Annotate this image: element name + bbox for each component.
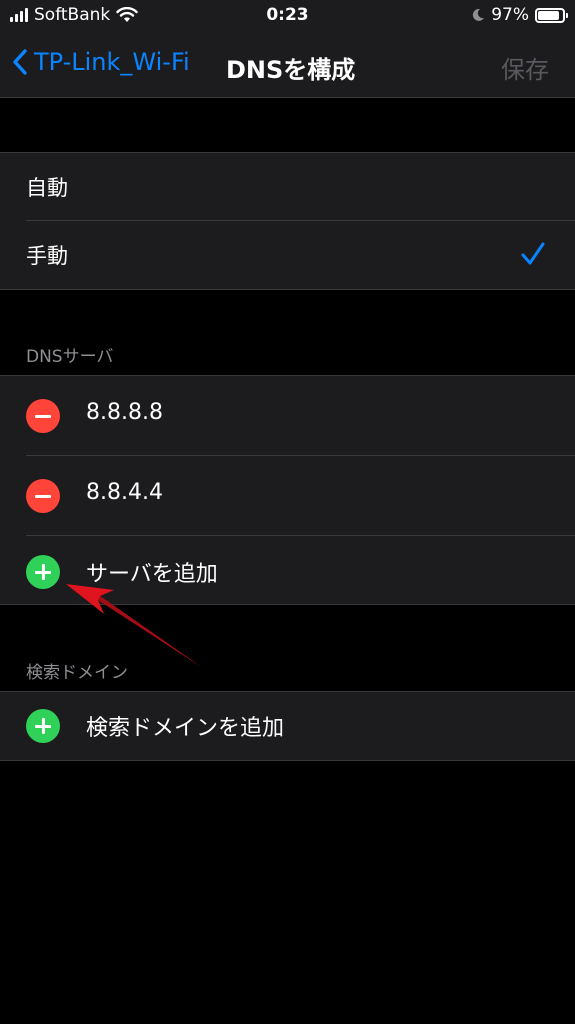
back-button-label: TP-Link_Wi-Fi (34, 48, 190, 76)
chevron-left-icon (13, 49, 27, 75)
search-domains-header: 検索ドメイン (26, 663, 128, 683)
delete-server-button[interactable] (26, 479, 60, 513)
moon-icon (473, 8, 485, 21)
add-search-domain-label: 検索ドメインを追加 (86, 716, 285, 741)
mode-option-label: 手動 (26, 244, 68, 268)
status-right: 97% (471, 5, 568, 25)
mode-option-auto[interactable]: 自動 (0, 153, 575, 221)
top-bar: SoftBank 0:23 97% TP-Link_Wi-Fi DNSを構成 保… (0, 0, 575, 98)
add-server-button[interactable] (26, 555, 60, 589)
status-bar: SoftBank 0:23 97% (0, 0, 575, 32)
mode-option-manual[interactable]: 手動 (0, 221, 575, 289)
annotation-arrow-icon (66, 584, 200, 666)
search-domains-group: 検索ドメインを追加 (0, 691, 575, 761)
save-button[interactable]: 保存 (501, 50, 549, 85)
battery-percent: 97% (491, 5, 529, 25)
dns-server-row: 8.8.8.8 (0, 376, 575, 456)
navigation-bar: TP-Link_Wi-Fi DNSを構成 保存 (0, 40, 575, 90)
dns-server-row: 8.8.4.4 (0, 456, 575, 536)
dns-servers-group: 8.8.8.8 8.8.4.4 サーバを追加 (0, 375, 575, 605)
battery-icon (535, 7, 568, 23)
page-title: DNSを構成 (226, 56, 356, 84)
add-search-domain-button[interactable] (26, 709, 60, 743)
mode-option-label: 自動 (26, 176, 68, 200)
delete-server-button[interactable] (26, 399, 60, 433)
back-button[interactable]: TP-Link_Wi-Fi (12, 48, 190, 76)
battery-fill (538, 10, 559, 20)
checkmark-icon (521, 242, 545, 265)
dns-server-address[interactable]: 8.8.4.4 (86, 480, 163, 505)
screen: SoftBank 0:23 97% TP-Link_Wi-Fi DNSを構成 保… (0, 0, 575, 1024)
dns-server-address[interactable]: 8.8.8.8 (86, 400, 163, 425)
dns-mode-group: 自動 手動 (0, 152, 575, 290)
add-search-domain-row[interactable]: 検索ドメインを追加 (0, 692, 575, 760)
dns-servers-header: DNSサーバ (26, 347, 114, 367)
